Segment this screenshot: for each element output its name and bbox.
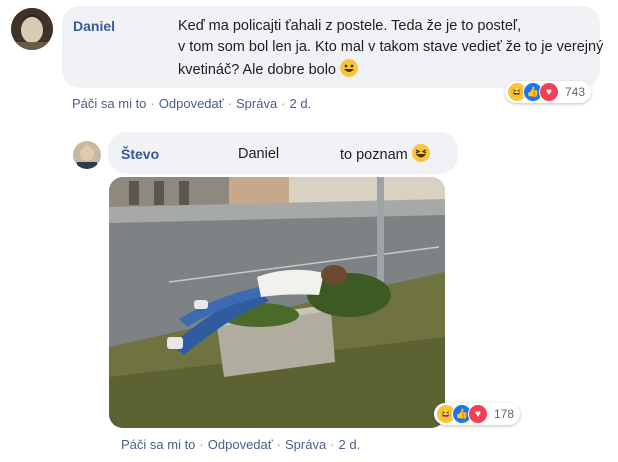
- attached-photo[interactable]: [109, 177, 445, 428]
- message-link[interactable]: Správa: [285, 437, 326, 452]
- timestamp[interactable]: 2 d.: [339, 437, 361, 452]
- avatar[interactable]: [11, 8, 53, 50]
- comment-text-last: kvetináč? Ale dobre bolo: [178, 62, 336, 78]
- like-link[interactable]: Páči sa mi to: [72, 96, 146, 111]
- grinning-face-emoji: [340, 59, 359, 77]
- reply-link[interactable]: Odpovedať: [159, 96, 224, 111]
- comment-text-line: v tom som bol len ja. Kto mal v takom st…: [178, 39, 604, 55]
- reply-actions: Páči sa mi to · Odpovedať · Správa · 2 d.: [121, 437, 361, 452]
- message-link[interactable]: Správa: [236, 96, 277, 111]
- like-link[interactable]: Páči sa mi to: [121, 437, 195, 452]
- comment-text-line: Keď ma policajti ťahali z postele. Teda …: [178, 18, 522, 34]
- reaction-count: 743: [565, 85, 586, 99]
- reply-author[interactable]: Števo: [121, 146, 159, 162]
- love-reaction-icon: ♥: [539, 82, 559, 102]
- comment-text-line: kvetináč? Ale dobre bolo: [178, 59, 359, 80]
- comment-actions: Páči sa mi to · Odpovedať · Správa · 2 d.: [72, 96, 312, 111]
- grinning-squinting-emoji: [411, 144, 430, 162]
- love-reaction-icon: ♥: [468, 404, 488, 424]
- reply-text-content: to poznam: [340, 147, 408, 163]
- avatar[interactable]: [73, 141, 101, 169]
- comment-author[interactable]: Daniel: [73, 18, 115, 34]
- reaction-count: 178: [494, 407, 515, 421]
- timestamp[interactable]: 2 d.: [290, 96, 312, 111]
- reaction-summary[interactable]: 😆 👍 ♥ 178: [434, 403, 521, 425]
- mention-link[interactable]: Daniel: [238, 144, 279, 164]
- reply-link[interactable]: Odpovedať: [208, 437, 273, 452]
- reply-text: to poznam: [340, 144, 430, 165]
- reaction-summary[interactable]: 😆 👍 ♥ 743: [505, 81, 592, 103]
